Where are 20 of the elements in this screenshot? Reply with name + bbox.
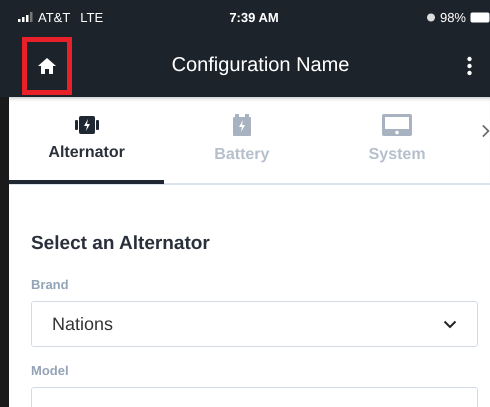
time-text: 7:39 AM [229,10,279,24]
home-button[interactable] [22,36,72,94]
battery-text: 98% [440,10,466,24]
network-text: LTE [80,10,104,24]
screen-title: Configuration Name [170,54,350,77]
battery-icon [232,114,251,136]
carrier-text: AT&T [38,10,70,24]
monitor-icon [382,114,412,136]
alternator-icon [74,116,100,134]
more-icon [467,56,472,76]
chevron-down-icon [443,320,457,328]
field-label: Brand [31,277,70,292]
battery-icon [470,12,490,22]
tab[interactable]: Alternator [9,98,164,184]
field-label: Model [31,363,70,378]
home-icon [37,56,57,74]
signal-icon [18,12,34,22]
chevron-right-icon[interactable] [480,123,490,139]
dropdown-field[interactable]: Nations [31,301,478,347]
section-heading: Select an Alternator [31,233,211,255]
